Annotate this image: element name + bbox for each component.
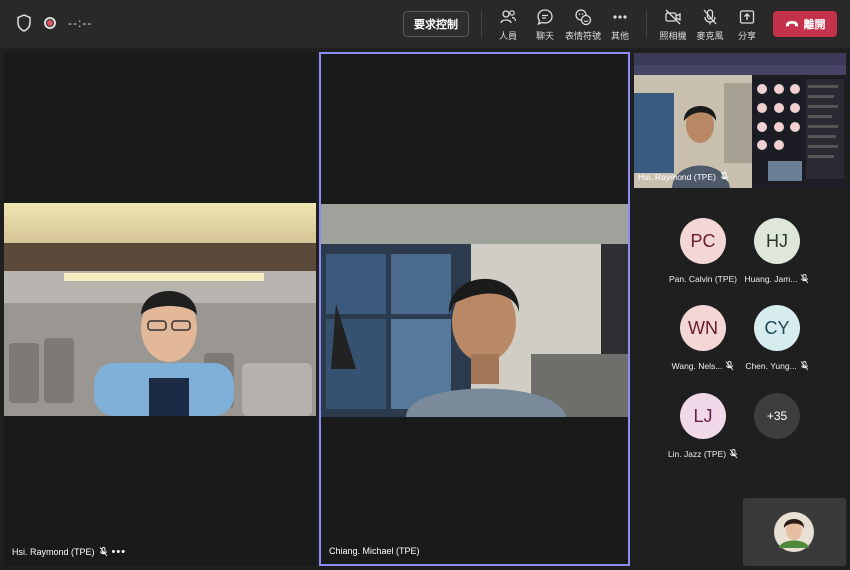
more-button[interactable]: 其他: [598, 8, 642, 42]
people-label: 人員: [498, 31, 517, 41]
participant-name-row: Wang. Nels...: [663, 361, 743, 371]
office-video: [321, 204, 628, 417]
participant-name: Hsi. Raymond (TPE): [638, 172, 716, 182]
participant-avatar[interactable]: LJ Lin. Jazz (TPE): [663, 393, 743, 459]
participant-name-row: Chen. Yung...: [737, 361, 817, 371]
chat-label: 聊天: [535, 31, 554, 41]
overflow-count: +35: [754, 393, 800, 439]
mic-off-icon: [703, 9, 717, 25]
shared-screen-preview: [634, 53, 846, 188]
participant-name: Lin. Jazz (TPE): [667, 449, 727, 459]
participant-name: Pan. Calvin (TPE): [668, 274, 738, 284]
more-options-icon[interactable]: •••: [112, 546, 127, 558]
mic-off-icon: [720, 172, 729, 182]
participant-name-row: Huang. Jam...: [737, 274, 817, 284]
participant-avatar[interactable]: WN Wang. Nels...: [663, 305, 743, 371]
participant-avatar[interactable]: HJ Huang. Jam...: [737, 218, 817, 284]
camera-off-icon: [665, 9, 681, 25]
divider: [481, 10, 482, 38]
leave-label: 離開: [803, 19, 826, 31]
hang-up-icon: [785, 21, 798, 27]
conference-room-video: [4, 203, 316, 416]
leave-button[interactable]: 離開: [773, 11, 837, 37]
shield-icon: [17, 14, 31, 32]
participant-avatar[interactable]: CY Chen. Yung...: [737, 305, 817, 371]
more-icon: [613, 15, 627, 19]
avatar-initials: CY: [754, 305, 800, 351]
shared-screen-tile[interactable]: Hsi. Raymond (TPE): [634, 53, 846, 188]
request-control-button[interactable]: 要求控制: [403, 11, 469, 37]
self-avatar: [774, 512, 814, 552]
mic-label: 麥克風: [696, 31, 724, 41]
mic-off-icon: [801, 274, 809, 284]
mic-off-icon: [729, 449, 738, 459]
avatar-initials: LJ: [680, 393, 726, 439]
chat-icon: [537, 9, 553, 26]
participant-name: Hsi. Raymond (TPE): [12, 547, 95, 557]
meeting-info: --:--: [16, 14, 92, 32]
participant-name: Chiang. Michael (TPE): [329, 546, 420, 556]
participant-name: Huang. Jam...: [744, 274, 798, 284]
participant-name-tag: Chiang. Michael (TPE): [329, 546, 420, 556]
participant-name-tag: Hsi. Raymond (TPE): [638, 172, 729, 182]
participant-name: Chen. Yung...: [745, 361, 797, 371]
camera-label: 照相機: [659, 31, 687, 41]
video-tile-left[interactable]: Hsi. Raymond (TPE) •••: [4, 52, 316, 566]
emoji-icon: [575, 9, 592, 26]
avatar-initials: PC: [680, 218, 726, 264]
share-label: 分享: [737, 31, 756, 41]
share-button[interactable]: 分享: [725, 8, 769, 42]
participant-video: [4, 203, 316, 416]
participant-avatar[interactable]: PC Pan. Calvin (TPE): [663, 218, 743, 284]
video-tile-active-speaker[interactable]: Chiang. Michael (TPE): [319, 52, 630, 566]
avatar-initials: WN: [680, 305, 726, 351]
share-icon: [739, 10, 755, 24]
mic-off-icon: [725, 361, 734, 371]
avatar-initials: HJ: [754, 218, 800, 264]
participant-name-row: Pan. Calvin (TPE): [663, 274, 743, 284]
divider: [646, 10, 647, 38]
emoji-label: 表情符號: [564, 31, 601, 41]
participant-video: [321, 204, 628, 417]
participant-name-row: Lin. Jazz (TPE): [663, 449, 743, 459]
people-icon: [500, 10, 517, 24]
mic-off-icon: [99, 547, 107, 557]
recording-icon: [44, 17, 56, 29]
meeting-toolbar: --:-- 要求控制 人員 聊天 表情符號 其他 照相機 麥克風 分享 離開: [0, 0, 850, 48]
self-view-tile[interactable]: [743, 498, 846, 566]
participant-name-tag: Hsi. Raymond (TPE) •••: [12, 546, 126, 558]
meeting-timer: --:--: [68, 16, 93, 30]
more-label: 其他: [610, 31, 629, 41]
overflow-participants-button[interactable]: +35: [737, 393, 817, 439]
mic-off-icon: [800, 361, 809, 371]
participant-name: Wang. Nels...: [671, 361, 723, 371]
